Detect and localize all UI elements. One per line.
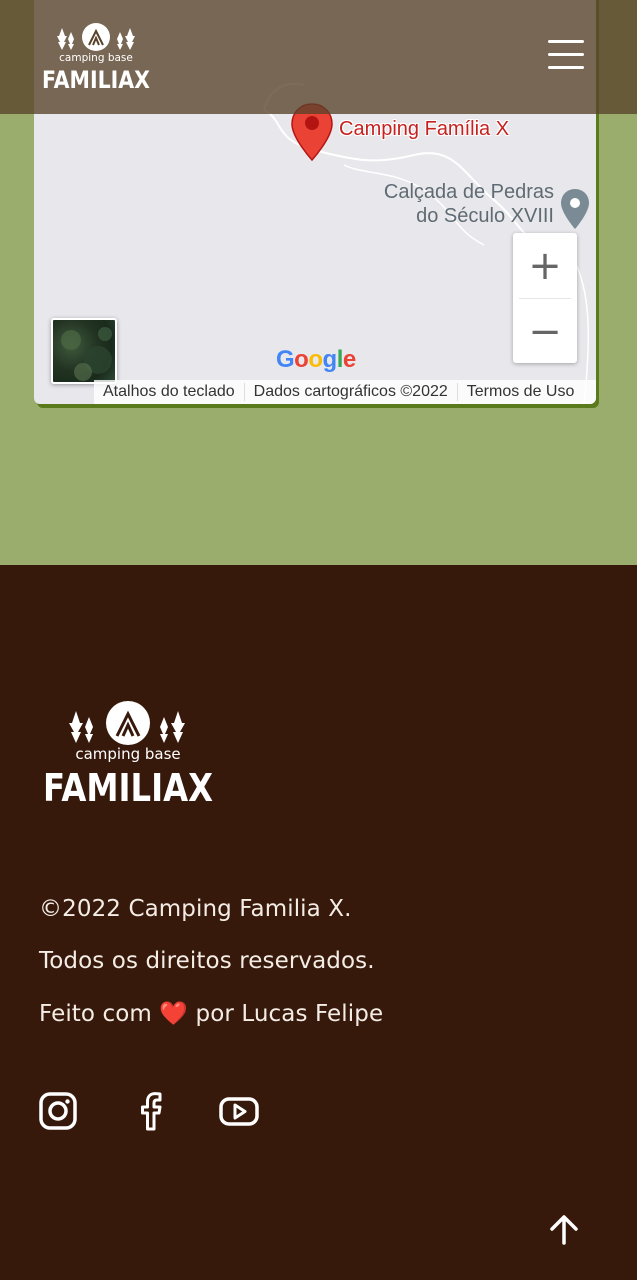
marker-label[interactable]: Camping Família X: [339, 118, 509, 141]
logo-tagline: camping base: [75, 745, 180, 763]
logo-tagline: camping base: [59, 52, 133, 64]
google-logo: Google: [276, 346, 356, 374]
logo-wordmark: FAMILIAX: [42, 66, 150, 94]
google-letter: e: [342, 346, 356, 373]
zoom-controls: + −: [513, 233, 577, 363]
poi-pin-icon[interactable]: [560, 188, 590, 230]
footer-logo[interactable]: camping base FAMILIAX: [42, 701, 216, 809]
arrow-up-icon[interactable]: [548, 1213, 580, 1245]
zoom-out-button[interactable]: −: [513, 299, 577, 364]
top-header: camping base FAMILIAX: [0, 0, 637, 114]
youtube-icon[interactable]: [219, 1091, 259, 1131]
site-footer: camping base FAMILIAX ©2022 Camping Fami…: [0, 565, 637, 1280]
poi-label-line1: Calçada de Pedras: [383, 181, 554, 203]
site-logo[interactable]: camping base FAMILIAX: [40, 22, 152, 94]
map-data-label: Dados cartográficos ©2022: [243, 383, 457, 401]
poi-label-line2: do Século XVIII: [416, 205, 554, 227]
google-letter: o: [294, 346, 309, 373]
heart-icon: ❤️: [159, 1001, 189, 1027]
google-letter: g: [322, 346, 338, 373]
satellite-view-toggle[interactable]: [51, 318, 117, 384]
zoom-in-button[interactable]: +: [513, 233, 577, 298]
instagram-icon[interactable]: [38, 1091, 78, 1131]
map-attribution: Atalhos do teclado Dados cartográficos ©…: [94, 380, 596, 404]
satellite-thumbnail-icon: [61, 327, 112, 381]
google-letter: G: [276, 346, 295, 373]
hamburger-menu-icon[interactable]: [548, 40, 584, 72]
facebook-icon[interactable]: [131, 1091, 171, 1131]
made-with-text: Feito com ❤️ por Lucas Felipe: [39, 1000, 383, 1027]
copyright-text: ©2022 Camping Familia X.: [39, 896, 352, 922]
google-letter: o: [308, 346, 323, 373]
made-with-prefix: Feito com: [39, 1001, 152, 1027]
rights-text: Todos os direitos reservados.: [39, 948, 375, 974]
keyboard-shortcuts-link[interactable]: Atalhos do teclado: [94, 383, 244, 401]
poi-label[interactable]: Calçada de Pedras do Século XVIII: [354, 180, 554, 228]
logo-wordmark: FAMILIAX: [43, 766, 213, 809]
made-with-suffix: por Lucas Felipe: [195, 1001, 384, 1027]
terms-link[interactable]: Termos de Uso: [456, 383, 584, 401]
